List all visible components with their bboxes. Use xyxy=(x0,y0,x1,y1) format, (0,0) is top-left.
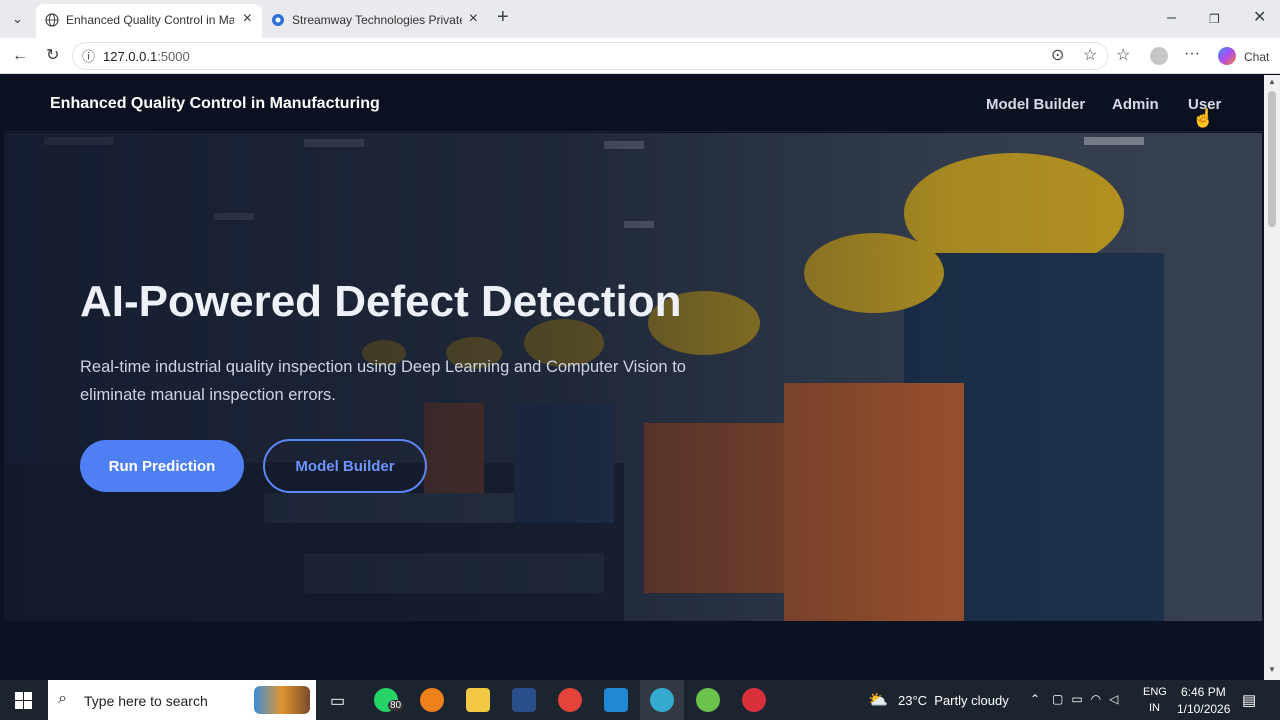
more-menu-icon[interactable]: ··· xyxy=(1184,46,1200,62)
scroll-down-icon[interactable]: ▼ xyxy=(1268,665,1276,674)
weather-icon[interactable]: ⛅ xyxy=(868,690,888,710)
tab-active[interactable]: Enhanced Quality Control in Manu × xyxy=(36,4,262,38)
search-placeholder: Type here to search xyxy=(84,693,208,709)
search-icon: ⌕ xyxy=(58,690,67,707)
windows-start-icon[interactable] xyxy=(15,692,32,709)
run-prediction-button[interactable]: Run Prediction xyxy=(80,440,244,492)
url-host: 127.0.0.1 xyxy=(103,49,158,64)
page-scrollbar[interactable]: ▲ ▼ xyxy=(1264,75,1280,680)
scroll-up-icon[interactable]: ▲ xyxy=(1268,77,1276,86)
globe-icon xyxy=(45,13,59,27)
gear-favicon-icon xyxy=(272,14,284,26)
tab-title: Enhanced Quality Control in Manu xyxy=(66,13,234,27)
hero-section: AI-Powered Defect Detection Real-time in… xyxy=(4,133,1262,621)
language-top[interactable]: ENG xyxy=(1143,686,1167,698)
hero-subtitle: Real-time industrial quality inspection … xyxy=(80,358,686,404)
hand-cursor-icon: ☝ xyxy=(1192,108,1215,128)
back-icon[interactable]: ← xyxy=(12,48,28,64)
tab-list-icon[interactable]: ⌄ xyxy=(12,11,23,27)
model-builder-button[interactable]: Model Builder xyxy=(263,439,427,493)
url-port: :5000 xyxy=(157,49,190,64)
chrome-icon[interactable] xyxy=(558,688,582,712)
site-navbar: Enhanced Quality Control in Manufacturin… xyxy=(4,75,1264,132)
info-icon[interactable]: ⓘ xyxy=(82,49,95,65)
url-text: 127.0.0.1:5000 xyxy=(103,49,190,64)
tray-chevron-icon[interactable]: ⌃ xyxy=(1030,692,1040,706)
clock-date[interactable]: 1/10/2026 xyxy=(1177,702,1230,716)
window-close-icon[interactable]: ✕ xyxy=(1253,10,1266,26)
chat-label[interactable]: Chat xyxy=(1244,49,1269,65)
profile-avatar-icon[interactable] xyxy=(1150,47,1168,65)
favorite-star-icon[interactable]: ☆ xyxy=(1083,48,1097,64)
weather-text[interactable]: 23°C Partly cloudy xyxy=(898,693,1009,708)
search-app-icon[interactable] xyxy=(420,688,444,712)
tab-inactive[interactable]: Streamway Technologies Private Li × xyxy=(262,4,488,38)
address-bar[interactable]: ⓘ 127.0.0.1:5000 ⊙ ☆ xyxy=(72,42,1108,70)
close-tab-icon[interactable]: × xyxy=(469,11,478,27)
minimize-icon[interactable]: – xyxy=(1167,10,1176,26)
reload-icon[interactable]: ↻ xyxy=(46,48,59,64)
green-app-icon[interactable] xyxy=(696,688,720,712)
browser-toolbar: ← ↻ ⓘ 127.0.0.1:5000 ⊙ ☆ ☆ ··· Chat xyxy=(0,38,1280,74)
nav-link-model-builder[interactable]: Model Builder xyxy=(986,96,1085,113)
search-highlight-icon xyxy=(254,686,310,714)
red-app-icon[interactable] xyxy=(742,688,766,712)
tray-icons[interactable]: ▢▭◠◁ xyxy=(1052,692,1126,706)
web-page: Enhanced Quality Control in Manufacturin… xyxy=(4,75,1264,680)
favorites-icon[interactable]: ☆ xyxy=(1116,48,1130,64)
site-brand[interactable]: Enhanced Quality Control in Manufacturin… xyxy=(50,95,380,113)
vscode-icon[interactable] xyxy=(604,688,628,712)
tab-title: Streamway Technologies Private Li xyxy=(292,13,462,27)
language-bottom[interactable]: IN xyxy=(1149,702,1160,714)
close-tab-icon[interactable]: × xyxy=(243,11,252,27)
windows-taskbar: ⌕ Type here to search ▭ 80 ⛅ 23°C Partly… xyxy=(0,680,1280,720)
scroll-thumb[interactable] xyxy=(1268,91,1276,227)
whatsapp-badge: 80 xyxy=(388,700,404,711)
browser-tab-bar: ⌄ Enhanced Quality Control in Manu × Str… xyxy=(0,0,1280,38)
nav-link-admin[interactable]: Admin xyxy=(1112,96,1159,113)
file-explorer-icon[interactable] xyxy=(466,688,490,712)
maximize-icon[interactable]: ❐ xyxy=(1209,11,1220,27)
new-tab-icon[interactable]: + xyxy=(497,7,509,27)
read-aloud-icon[interactable]: ⊙ xyxy=(1051,48,1064,64)
clock-time[interactable]: 6:46 PM xyxy=(1181,685,1226,699)
task-view-icon[interactable]: ▭ xyxy=(330,691,345,711)
hero-title: AI-Powered Defect Detection xyxy=(80,277,682,326)
code-editor-icon[interactable] xyxy=(512,688,536,712)
copilot-icon[interactable] xyxy=(1218,47,1236,65)
notification-icon[interactable]: ▤ xyxy=(1242,691,1256,709)
taskbar-search-box[interactable]: ⌕ Type here to search xyxy=(48,680,316,720)
active-app-indicator xyxy=(640,680,684,720)
